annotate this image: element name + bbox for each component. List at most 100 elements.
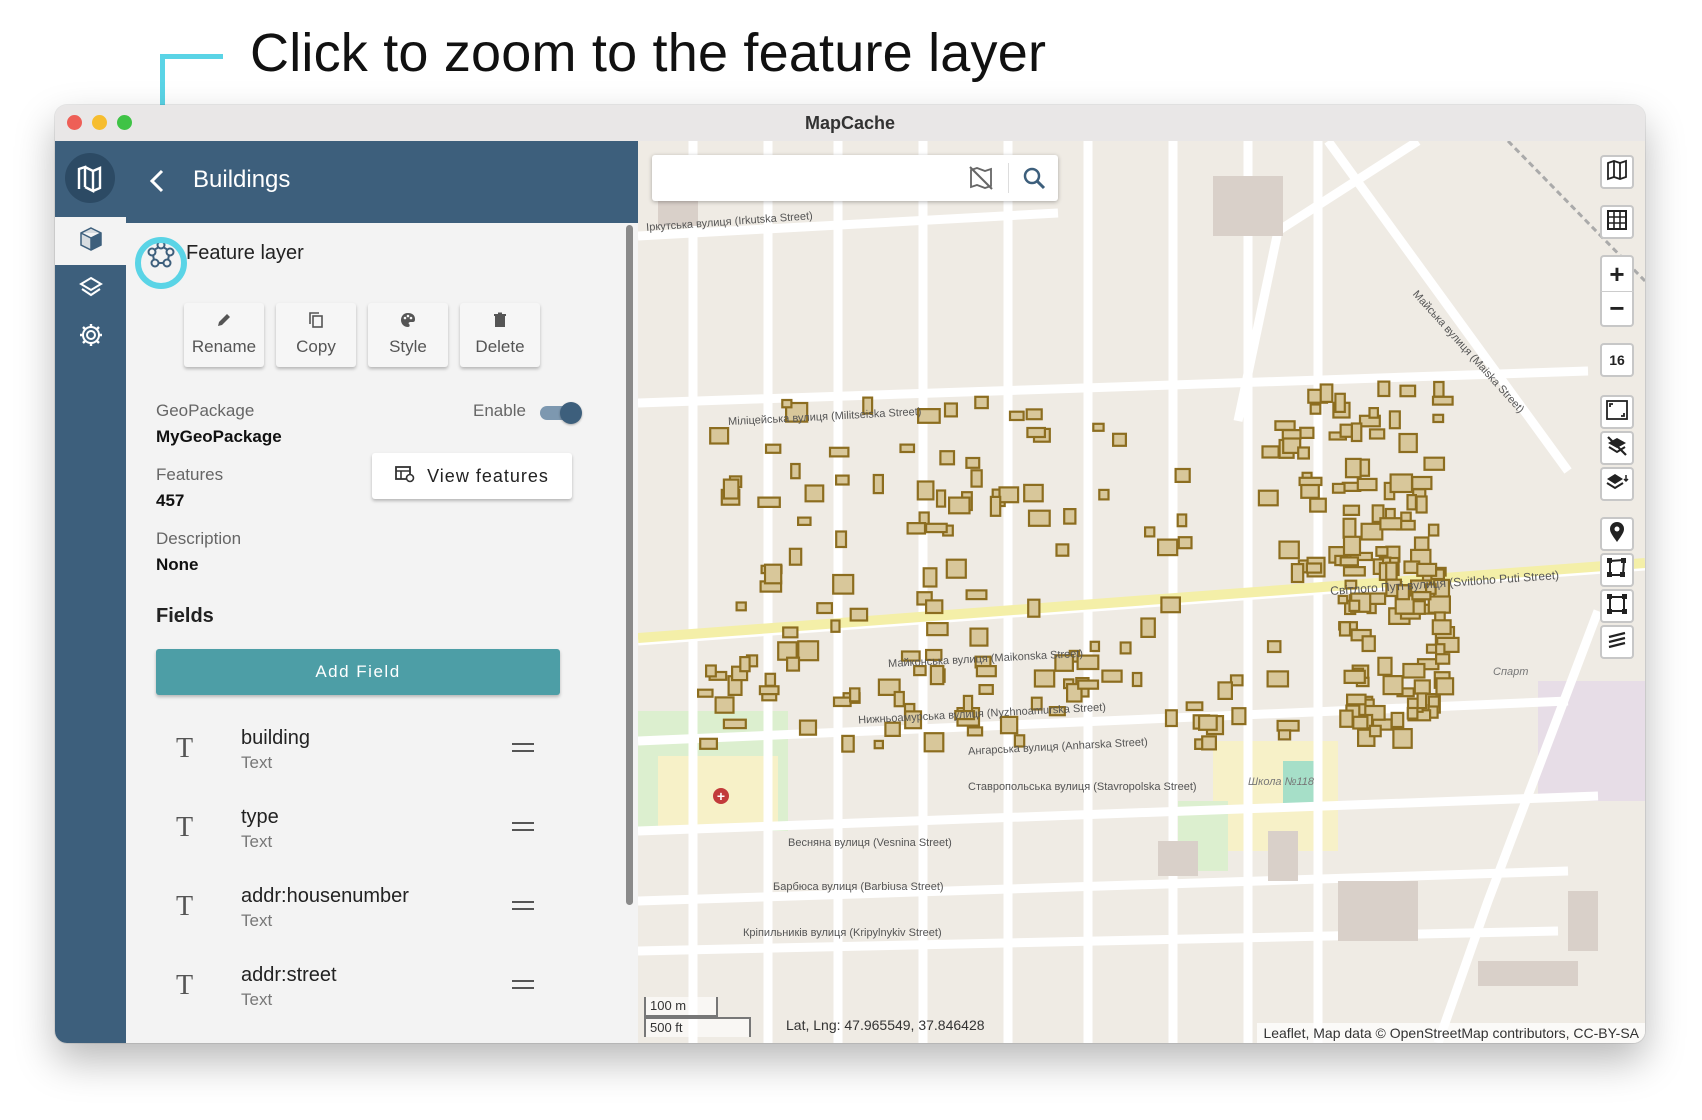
building-feature[interactable] <box>1392 727 1413 749</box>
map-filter-off-icon[interactable] <box>968 166 994 195</box>
building-feature[interactable] <box>763 563 783 585</box>
building-feature[interactable] <box>1435 677 1455 696</box>
map-search-input[interactable] <box>662 163 956 195</box>
building-feature[interactable] <box>1360 522 1384 541</box>
building-feature[interactable] <box>1368 407 1379 419</box>
rail-item-projects[interactable] <box>55 217 126 265</box>
building-feature[interactable] <box>1385 561 1398 581</box>
building-feature[interactable] <box>1413 679 1431 695</box>
field-row[interactable]: T addr:housenumber Text <box>156 879 556 951</box>
building-feature[interactable] <box>1427 595 1451 614</box>
building-feature[interactable] <box>1033 669 1056 688</box>
building-feature[interactable] <box>873 739 884 750</box>
building-feature[interactable] <box>1432 413 1445 424</box>
building-feature[interactable] <box>1140 617 1156 638</box>
building-feature[interactable] <box>1342 504 1361 517</box>
field-row[interactable]: T type Text <box>156 800 556 872</box>
zoom-out-button[interactable]: − <box>1600 291 1634 327</box>
building-feature[interactable] <box>1231 707 1247 726</box>
building-feature[interactable] <box>1388 410 1401 430</box>
building-feature[interactable] <box>1098 488 1110 501</box>
building-feature[interactable] <box>1266 670 1290 688</box>
drag-handle-icon[interactable] <box>512 822 534 836</box>
building-feature[interactable] <box>916 480 935 501</box>
building-feature[interactable] <box>1027 598 1041 618</box>
view-features-button[interactable]: View features <box>372 453 572 499</box>
building-feature[interactable] <box>1297 446 1311 460</box>
building-feature[interactable] <box>1399 384 1417 398</box>
building-feature[interactable] <box>1300 483 1320 499</box>
building-feature[interactable] <box>1276 719 1300 732</box>
draw-rectangle-button[interactable] <box>1600 589 1634 623</box>
drag-handle-icon[interactable] <box>512 901 534 915</box>
search-icon[interactable] <box>1022 166 1046 195</box>
building-feature[interactable] <box>1261 445 1280 459</box>
building-feature[interactable] <box>939 450 956 466</box>
building-feature[interactable] <box>1339 709 1354 728</box>
building-feature[interactable] <box>1375 546 1389 557</box>
building-feature[interactable] <box>923 732 945 753</box>
layer-order-button[interactable] <box>1600 467 1634 501</box>
building-feature[interactable] <box>1063 508 1077 525</box>
building-feature[interactable] <box>975 664 997 678</box>
building-feature[interactable] <box>849 607 869 622</box>
building-feature[interactable] <box>1131 671 1143 688</box>
building-feature[interactable] <box>758 685 780 696</box>
delete-button[interactable]: Delete <box>460 303 540 367</box>
building-feature[interactable] <box>1427 695 1441 708</box>
building-feature[interactable] <box>1338 621 1352 637</box>
building-feature[interactable] <box>1089 640 1101 653</box>
building-feature[interactable] <box>1342 517 1357 539</box>
building-feature[interactable] <box>1433 380 1445 398</box>
building-feature[interactable] <box>788 547 803 566</box>
building-feature[interactable] <box>1027 509 1051 527</box>
building-feature[interactable] <box>1339 556 1360 567</box>
building-feature[interactable] <box>1350 422 1363 443</box>
building-feature[interactable] <box>696 688 714 698</box>
building-feature[interactable] <box>1290 563 1305 584</box>
building-feature[interactable] <box>1277 729 1292 741</box>
building-feature[interactable] <box>969 627 989 647</box>
building-feature[interactable] <box>1309 403 1322 415</box>
building-feature[interactable] <box>899 443 916 454</box>
building-feature[interactable] <box>1368 724 1382 738</box>
basemap-button[interactable] <box>1600 155 1634 189</box>
building-feature[interactable] <box>1092 422 1105 432</box>
map-view[interactable]: Іркутська вулиця (Irkutska Street) Міліц… <box>638 141 1645 1043</box>
drag-handle-icon[interactable] <box>512 743 534 757</box>
building-feature[interactable] <box>828 446 850 458</box>
building-feature[interactable] <box>781 398 793 409</box>
building-feature[interactable] <box>1164 709 1178 728</box>
hide-layers-button[interactable] <box>1600 431 1634 465</box>
building-feature[interactable] <box>782 626 799 639</box>
building-feature[interactable] <box>722 718 747 730</box>
building-feature[interactable] <box>832 696 852 708</box>
building-feature[interactable] <box>1415 495 1428 514</box>
building-feature[interactable] <box>965 456 981 469</box>
building-feature[interactable] <box>943 402 958 418</box>
building-feature[interactable] <box>1197 714 1218 731</box>
building-feature[interactable] <box>699 737 719 750</box>
building-feature[interactable] <box>1309 497 1327 513</box>
building-feature[interactable] <box>1406 706 1419 720</box>
building-feature[interactable] <box>841 734 855 753</box>
building-feature[interactable] <box>1431 395 1454 406</box>
add-field-button[interactable]: Add Field <box>156 649 560 695</box>
building-feature[interactable] <box>1266 640 1282 654</box>
building-feature[interactable] <box>1156 538 1179 557</box>
building-feature[interactable] <box>948 496 971 515</box>
building-feature[interactable] <box>1176 513 1188 528</box>
building-feature[interactable] <box>835 474 850 486</box>
building-feature[interactable] <box>1055 543 1070 557</box>
building-feature[interactable] <box>1390 711 1405 729</box>
building-feature[interactable] <box>872 473 885 495</box>
building-feature[interactable] <box>1431 619 1452 636</box>
zoom-in-button[interactable]: + <box>1600 255 1634 291</box>
copy-button[interactable]: Copy <box>276 303 356 367</box>
building-feature[interactable] <box>974 395 989 410</box>
drag-handle-icon[interactable] <box>512 980 534 994</box>
rail-item-settings[interactable] <box>55 313 126 361</box>
building-feature[interactable] <box>1352 715 1369 730</box>
building-feature[interactable] <box>790 462 801 480</box>
building-feature[interactable] <box>764 672 777 687</box>
